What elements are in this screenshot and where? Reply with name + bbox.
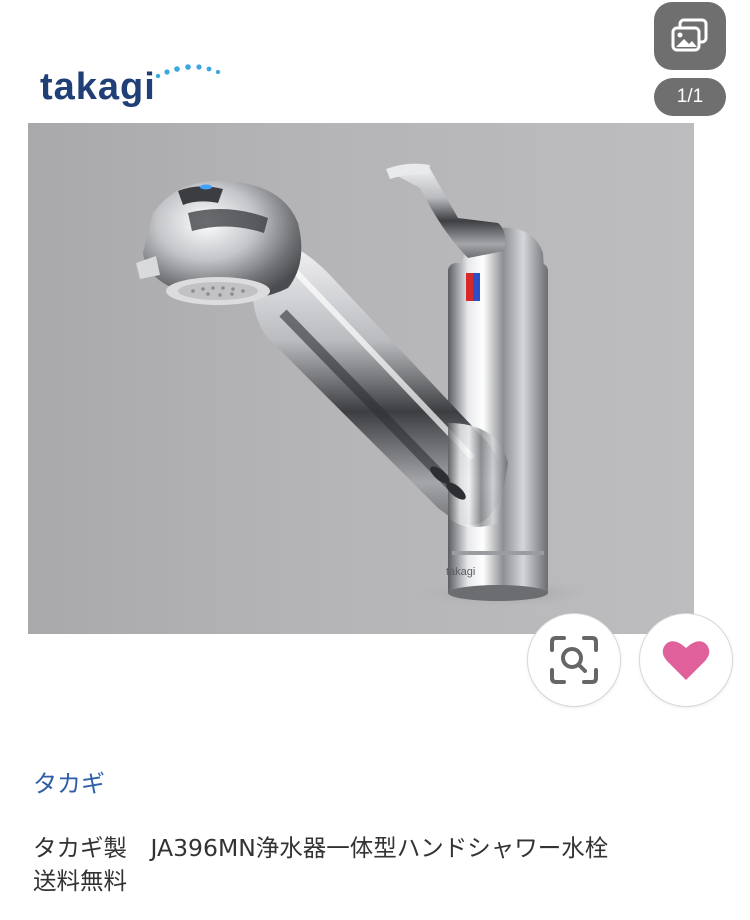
- zoom-button[interactable]: [527, 613, 621, 707]
- gallery-button[interactable]: [654, 2, 726, 70]
- logo-dots-icon: [155, 64, 221, 79]
- faucet-base-logo: takagi: [446, 566, 475, 578]
- logo-text: takagi: [40, 66, 156, 108]
- image-counter: 1/1: [654, 78, 726, 116]
- photo-stack-icon: [671, 18, 708, 52]
- product-page: takagi 1/1 takagi タカギ タカギ製 JA396MN浄水器一体型…: [0, 0, 750, 920]
- product-title: タカギ製 JA396MN浄水器一体型ハンドシャワー水栓 送料無料: [33, 832, 723, 898]
- heart-icon: [662, 641, 710, 680]
- faucet-photo: takagi: [136, 163, 593, 607]
- zoom-search-icon: [550, 636, 598, 684]
- product-image[interactable]: takagi: [28, 123, 694, 634]
- product-title-line1: タカギ製 JA396MN浄水器一体型ハンドシャワー水栓: [33, 834, 609, 862]
- product-title-line2: 送料無料: [33, 867, 127, 895]
- brand-link[interactable]: タカギ: [33, 764, 105, 799]
- takagi-logo: takagi: [40, 62, 230, 108]
- favorite-button[interactable]: [639, 613, 733, 707]
